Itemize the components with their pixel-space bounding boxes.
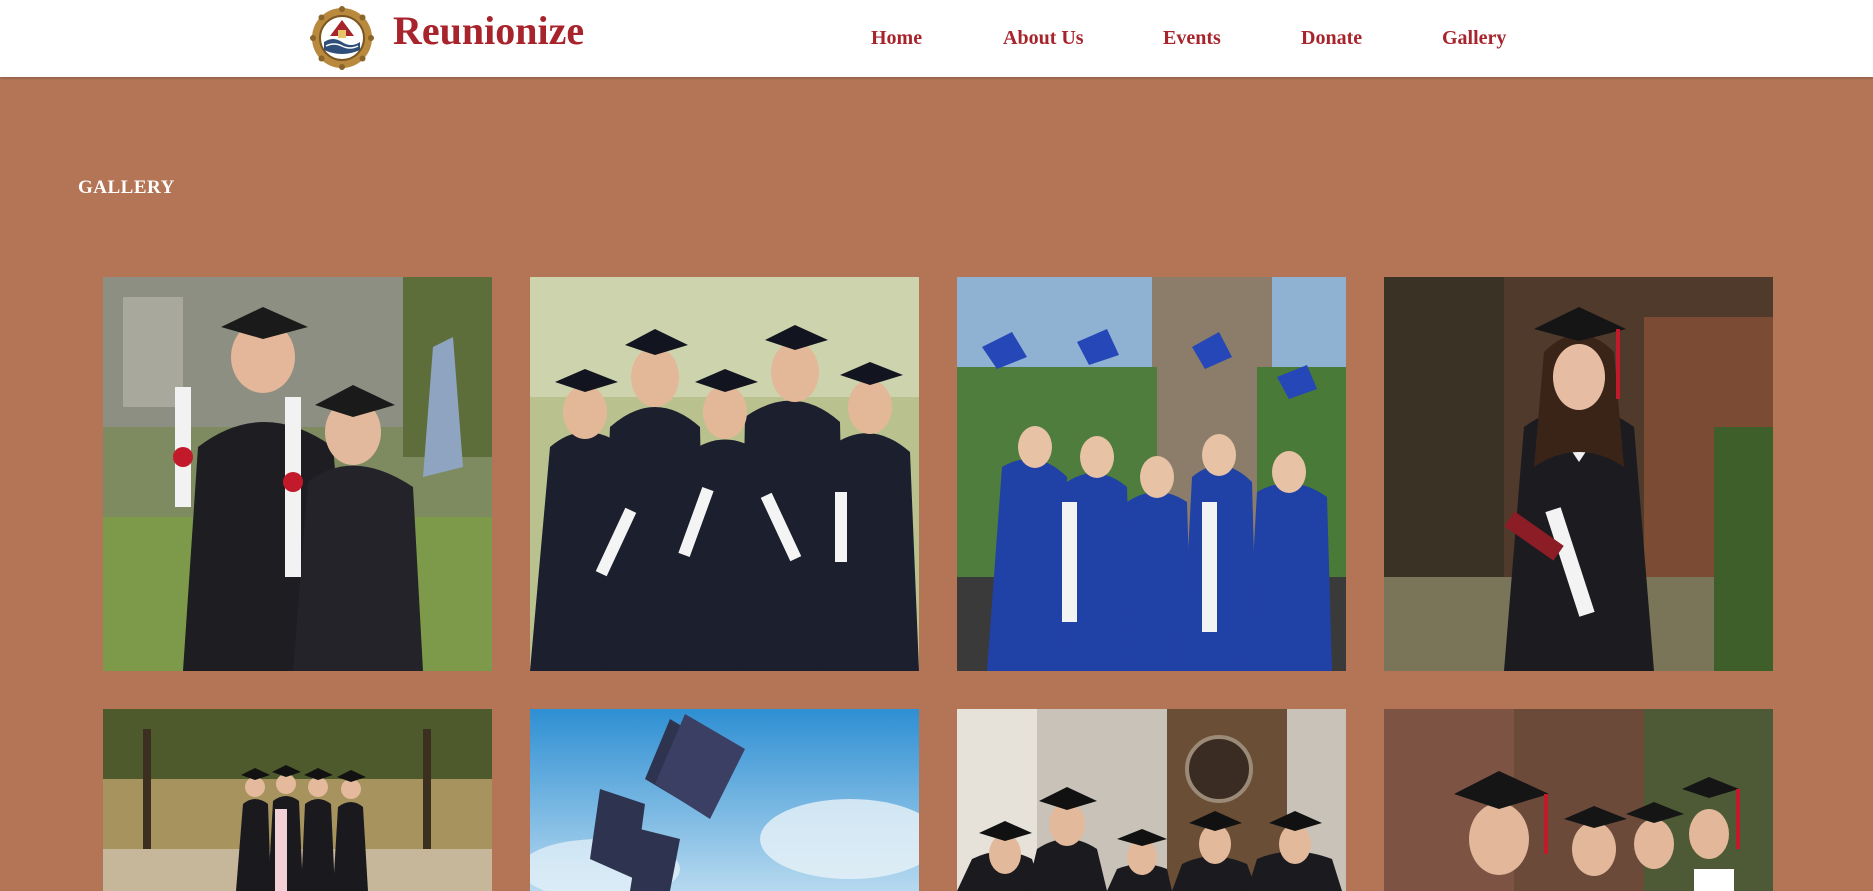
- gallery-photo-7[interactable]: [957, 709, 1346, 891]
- gallery-photo-6[interactable]: [530, 709, 919, 891]
- gallery-photo-3[interactable]: [957, 277, 1346, 671]
- nav-home-link[interactable]: Home: [871, 26, 922, 50]
- nav-about-us-link[interactable]: About Us: [1003, 26, 1084, 50]
- site-header: Reunionize Home About Us Events Donate G…: [0, 0, 1873, 77]
- gallery-photo-5[interactable]: [103, 709, 492, 891]
- gallery-photo-1[interactable]: [103, 277, 492, 671]
- nav-donate-link[interactable]: Donate: [1301, 26, 1362, 50]
- nav-events-link[interactable]: Events: [1163, 26, 1221, 50]
- nav-gallery-link[interactable]: Gallery: [1442, 26, 1506, 50]
- gallery-heading: GALLERY: [78, 177, 175, 198]
- gallery-photo-4[interactable]: [1384, 277, 1773, 671]
- gallery-photo-8[interactable]: [1384, 709, 1773, 891]
- main-nav: Home About Us Events Donate Gallery: [0, 0, 1873, 77]
- gallery-photo-2[interactable]: [530, 277, 919, 671]
